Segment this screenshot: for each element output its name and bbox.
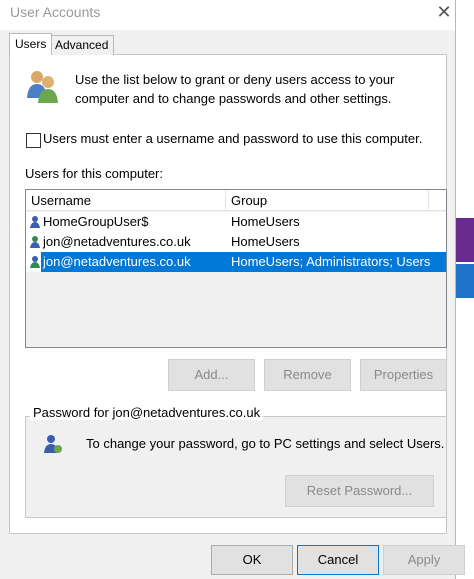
background-accent-purple <box>455 218 474 262</box>
ok-button[interactable]: OK <box>211 545 293 575</box>
user-icon <box>30 216 40 228</box>
column-divider[interactable] <box>225 190 226 210</box>
cancel-button[interactable]: Cancel <box>297 545 379 575</box>
group-cell: HomeUsers; Administrators; Users <box>231 254 431 269</box>
require-login-checkbox[interactable] <box>26 133 41 148</box>
user-icon <box>30 236 40 248</box>
user-row-selected[interactable]: jon@netadventures.co.uk HomeUsers; Admin… <box>26 252 446 272</box>
user-accounts-dialog: User Accounts ✕ Users Advanced Use the l… <box>0 0 465 579</box>
username-cell: HomeGroupUser$ <box>43 214 149 229</box>
column-divider[interactable] <box>428 190 429 210</box>
username-cell: jon@netadventures.co.uk <box>43 254 191 269</box>
properties-button[interactable]: Properties <box>360 359 447 391</box>
tab-users[interactable]: Users <box>9 33 53 55</box>
users-icon <box>27 71 58 103</box>
list-header: Username Group <box>26 190 446 211</box>
remove-button[interactable]: Remove <box>264 359 351 391</box>
column-header-username[interactable]: Username <box>31 193 91 208</box>
tab-advanced[interactable]: Advanced <box>49 35 115 55</box>
username-cell: jon@netadventures.co.uk <box>43 234 191 249</box>
apply-button[interactable]: Apply <box>383 545 465 575</box>
user-row[interactable]: HomeGroupUser$ HomeUsers <box>26 212 446 232</box>
add-button[interactable]: Add... <box>168 359 255 391</box>
user-icon <box>30 256 40 268</box>
group-cell: HomeUsers <box>231 234 300 249</box>
password-groupbox-title: Password for jon@netadventures.co.uk <box>30 405 264 420</box>
password-instructions: To change your password, go to PC settin… <box>86 436 445 451</box>
users-list[interactable]: Username Group HomeGroupUser$ HomeUsers … <box>25 189 447 348</box>
group-cell: HomeUsers <box>231 214 300 229</box>
background-accent-blue <box>455 264 474 298</box>
column-header-group[interactable]: Group <box>231 193 267 208</box>
intro-text: Use the list below to grant or deny user… <box>75 72 395 106</box>
reset-password-button[interactable]: Reset Password... <box>285 475 434 507</box>
users-list-label: Users for this computer: <box>25 166 163 181</box>
user-password-icon <box>44 435 62 453</box>
user-row[interactable]: jon@netadventures.co.uk HomeUsers <box>26 232 446 252</box>
close-button[interactable]: ✕ <box>433 0 455 26</box>
require-login-label[interactable]: Users must enter a username and password… <box>43 131 422 146</box>
window-title: User Accounts <box>10 4 101 20</box>
